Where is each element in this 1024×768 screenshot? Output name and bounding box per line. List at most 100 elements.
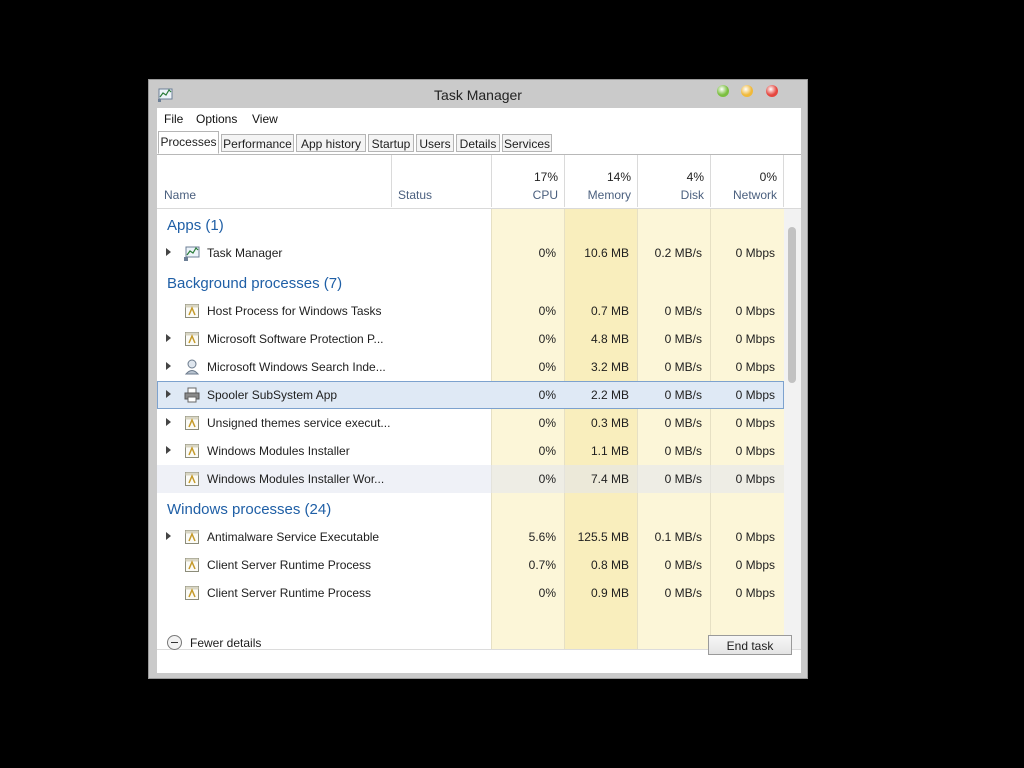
column-network-header[interactable]: Network [710,188,777,202]
expand-arrow-icon[interactable] [166,418,171,426]
cpu-total-percent: 17% [533,170,558,184]
column-memory-header[interactable]: Memory [564,188,631,202]
client-area: File Options View Processes Performance … [157,108,801,673]
network-value: 0 Mbps [735,388,775,402]
column-status-header[interactable]: Status [398,188,432,202]
memory-value: 125.5 MB [577,530,629,544]
search-indexer-icon [184,359,200,375]
scrollbar-thumb[interactable] [788,227,796,383]
process-row[interactable]: Task Manager 0% 10.6 MB 0.2 MB/s 0 Mbps [157,239,784,267]
column-cpu-header[interactable]: CPU [491,188,558,202]
network-value: 0 Mbps [735,416,775,430]
expand-arrow-icon[interactable] [166,446,171,454]
process-row[interactable]: Unsigned themes service execut... 0% 0.3 M… [157,409,784,437]
process-row[interactable]: Microsoft Software Protection P... 0% 4.8 … [157,325,784,353]
close-button[interactable] [766,85,778,97]
menu-view[interactable]: View [252,112,278,126]
menu-options[interactable]: Options [196,112,237,126]
disk-value: 0 MB/s [664,586,702,600]
fewer-details-label[interactable]: Fewer details [190,636,261,650]
disk-value: 0 MB/s [664,444,702,458]
process-row[interactable]: Client Server Runtime Process 0.7% 0.8 MB 0… [157,551,784,579]
process-row[interactable]: Client Server Runtime Process 0% 0.9 MB 0 M… [157,579,784,607]
memory-value: 0.3 MB [590,416,629,430]
footer-bar: Fewer details End task [157,635,801,673]
network-value: 0 Mbps [735,304,775,318]
expand-arrow-icon[interactable] [166,532,171,540]
tab-performance[interactable]: Performance [221,134,294,152]
memory-value: 4.8 MB [590,332,629,346]
menu-bar: File Options View [157,108,801,130]
tab-users[interactable]: Users [416,134,454,152]
expand-arrow-icon[interactable] [166,362,171,370]
menu-file[interactable]: File [164,112,183,126]
column-disk-header[interactable]: Disk [637,188,704,202]
disk-value: 0.1 MB/s [654,530,702,544]
maximize-button[interactable] [741,85,753,97]
cpu-value: 0% [538,388,556,402]
network-value: 0 Mbps [735,360,775,374]
process-row[interactable]: Host Process for Windows Tasks 0% 0.7 MB 0 … [157,297,784,325]
process-row[interactable]: Microsoft Windows Search Inde... 0% 3.2 MB… [157,353,784,381]
tab-startup[interactable]: Startup [368,134,414,152]
tab-app-history[interactable]: App history [296,134,366,152]
memory-value: 1.1 MB [590,444,629,458]
tab-processes[interactable]: Processes [158,131,219,154]
process-row[interactable]: Windows Modules Installer Wor... 0% 7.4 MB… [157,465,784,493]
disk-value: 0 MB/s [664,558,702,572]
network-total-percent: 0% [759,170,777,184]
disk-value: 0 MB/s [664,416,702,430]
tab-details[interactable]: Details [456,134,500,152]
process-row[interactable]: Antimalware Service Executable 5.6% 125.5 … [157,523,784,551]
process-icon [184,443,200,459]
cpu-value: 0% [538,444,556,458]
minimize-button[interactable] [717,85,729,97]
process-name: Host Process for Windows Tasks [207,304,382,318]
cpu-value: 5.6% [528,530,556,544]
memory-value: 2.2 MB [590,388,629,402]
network-value: 0 Mbps [735,586,775,600]
expand-arrow-icon[interactable] [166,248,171,256]
process-name: Task Manager [207,246,283,260]
process-icon [184,585,200,601]
group-header: Windows processes (24) [167,501,332,518]
disk-value: 0 MB/s [664,472,702,486]
process-name: Windows Modules Installer Wor... [207,472,385,486]
task-manager-window: Task Manager File Options View Processes… [148,79,808,679]
network-value: 0 Mbps [735,558,775,572]
tab-services[interactable]: Services [502,134,552,152]
process-name: Antimalware Service Executable [207,530,380,544]
network-value: 0 Mbps [735,444,775,458]
process-name: Microsoft Windows Search Inde... [207,360,386,374]
cpu-value: 0% [538,332,556,346]
collapse-icon[interactable] [167,635,182,650]
group-header: Apps (1) [167,217,224,234]
column-name-header[interactable]: Name [164,188,196,202]
cpu-value: 0% [538,472,556,486]
process-row[interactable]: Windows Modules Installer 0% 1.1 MB 0 MB/s 0… [157,437,784,465]
end-task-button[interactable]: End task [708,635,792,655]
vertical-scrollbar[interactable] [784,209,801,649]
disk-value: 0 MB/s [664,304,702,318]
process-icon [184,529,200,545]
cpu-value: 0% [538,246,556,260]
network-value: 0 Mbps [735,472,775,486]
task-manager-icon [184,245,200,261]
memory-value: 0.8 MB [590,558,629,572]
cpu-value: 0% [538,304,556,318]
process-row[interactable]: Spooler SubSystem App 0% 2.2 MB 0 MB/s 0 Mbp… [157,381,784,409]
process-name: Client Server Runtime Process [207,586,372,600]
process-name: Unsigned themes service execut... [207,416,391,430]
process-name: Spooler SubSystem App [207,388,338,402]
expand-arrow-icon[interactable] [166,334,171,342]
disk-value: 0 MB/s [664,332,702,346]
expand-arrow-icon[interactable] [166,390,171,398]
column-divider [783,155,784,207]
network-value: 0 Mbps [735,246,775,260]
disk-value: 0 MB/s [664,388,702,402]
process-icon [184,415,200,431]
title-bar[interactable]: Task Manager [149,80,807,108]
column-divider[interactable] [391,155,392,207]
cpu-value: 0% [538,586,556,600]
memory-value: 10.6 MB [584,246,629,260]
